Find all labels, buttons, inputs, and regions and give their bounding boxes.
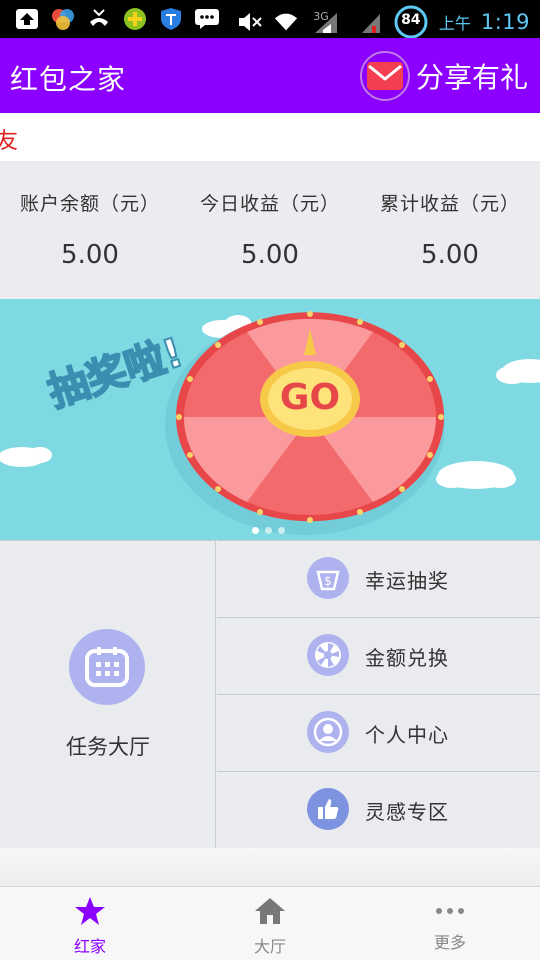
stat-label: 今日收益（元） xyxy=(199,193,340,215)
task-hall-button[interactable]: 任务大厅 xyxy=(0,540,216,848)
menu-label: 灵感专区 xyxy=(365,800,449,824)
app-header: 红包之家 分享有礼 xyxy=(0,38,540,113)
tab-label: 大厅 xyxy=(253,937,286,956)
promo-banner[interactable]: 抽奖啦! GO xyxy=(0,299,540,540)
lucky-draw-button[interactable]: $ 幸运抽奖 xyxy=(217,540,540,617)
banner-headline: 抽奖啦! xyxy=(42,329,190,417)
carousel-indicator xyxy=(252,527,285,534)
carousel-dot xyxy=(265,527,272,534)
bottom-nav: 红家 大厅 更多 xyxy=(0,886,540,960)
clock-ampm: 上午 xyxy=(438,14,471,33)
stat-balance: 账户余额（元） 5.00 xyxy=(0,161,180,299)
status-bar: 3G 84 上午 1:19 xyxy=(0,0,540,40)
stat-today: 今日收益（元） 5.00 xyxy=(180,161,360,299)
tab-hall[interactable]: 大厅 xyxy=(180,887,360,960)
stat-value: 5.00 xyxy=(421,240,479,270)
svg-text:$: $ xyxy=(324,574,332,588)
notification-icons xyxy=(14,6,220,32)
battery-icon: 84 xyxy=(393,4,429,40)
tab-home[interactable]: 红家 xyxy=(0,887,180,960)
carousel-dot xyxy=(252,527,259,534)
stat-total: 累计收益（元） 5.00 xyxy=(360,161,540,299)
page-title: 红包之家 xyxy=(10,63,127,96)
feature-grid: 任务大厅 $ 幸运抽奖 金额兑换 个人中心 灵感专区 xyxy=(0,540,540,848)
menu-label: 个人中心 xyxy=(365,723,449,747)
user-icon xyxy=(307,711,349,753)
coin-bag-icon: $ xyxy=(307,557,349,599)
chat-icon xyxy=(194,6,220,32)
wifi-icon xyxy=(273,9,299,35)
tab-label: 更多 xyxy=(433,933,466,952)
stat-value: 5.00 xyxy=(61,240,119,270)
mute-icon xyxy=(237,9,263,35)
shield-icon xyxy=(158,6,184,32)
more-icon xyxy=(433,895,467,927)
task-hall-label: 任务大厅 xyxy=(66,735,150,759)
envelope-icon xyxy=(359,51,410,101)
tab-more[interactable]: 更多 xyxy=(360,887,540,960)
plus-badge-icon xyxy=(122,6,148,32)
color-circles-icon xyxy=(50,6,76,32)
share-button[interactable]: 分享有礼 xyxy=(359,50,528,102)
earnings-summary: 账户余额（元） 5.00 今日收益（元） 5.00 累计收益（元） 5.00 xyxy=(0,161,540,299)
stat-label: 累计收益（元） xyxy=(379,193,520,215)
signal-2-icon xyxy=(357,9,383,35)
battery-level: 84 xyxy=(401,12,421,28)
thumbs-up-icon xyxy=(307,788,349,830)
system-indicators: 3G 84 上午 1:19 xyxy=(237,4,530,40)
share-label: 分享有礼 xyxy=(415,61,528,94)
profile-button[interactable]: 个人中心 xyxy=(217,694,540,771)
banner-headline-text: 抽奖啦! xyxy=(43,330,189,416)
stat-value: 5.00 xyxy=(241,240,299,270)
announcement-marquee: 友 xyxy=(0,113,540,161)
exchange-button[interactable]: 金额兑换 xyxy=(217,617,540,694)
spacer xyxy=(0,848,540,886)
star-icon xyxy=(73,895,107,927)
lottery-wheel-illustration: 抽奖啦! GO xyxy=(0,311,540,535)
home-icon xyxy=(253,895,287,927)
tab-label: 红家 xyxy=(73,937,106,956)
upload-icon xyxy=(14,6,40,32)
marquee-text: 友 xyxy=(0,129,19,154)
calendar-icon xyxy=(69,629,145,705)
clock-time: 1:19 xyxy=(480,10,530,34)
stat-label: 账户余额（元） xyxy=(19,193,160,215)
inspiration-button[interactable]: 灵感专区 xyxy=(217,771,540,848)
menu-label: 幸运抽奖 xyxy=(365,569,449,593)
network-type: 3G xyxy=(313,9,329,23)
carousel-dot xyxy=(278,527,285,534)
shutter-icon xyxy=(307,634,349,676)
go-text: GO xyxy=(280,377,340,418)
menu-label: 金额兑换 xyxy=(365,646,449,670)
missed-call-icon xyxy=(86,6,112,32)
